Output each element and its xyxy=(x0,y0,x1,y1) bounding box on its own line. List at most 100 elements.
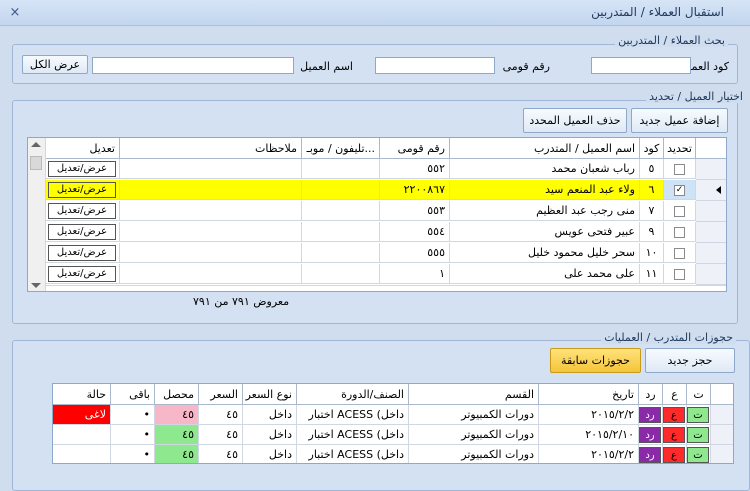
cell-code: ٦ xyxy=(640,180,664,200)
cell-edit: عرض/تعديل xyxy=(46,201,120,221)
table-row[interactable]: ✓ ٦ ولاء عبد المنعم سيد ٢٢٠٠٨٦٧ عرض/تعدي… xyxy=(46,180,726,201)
row-header[interactable] xyxy=(711,445,733,463)
select-group-label: اختيار العميل / تحديد xyxy=(646,90,746,103)
col-header-date[interactable]: تاريخ xyxy=(539,384,639,405)
code-input[interactable] xyxy=(591,57,691,74)
edit-button[interactable]: عرض/تعديل xyxy=(48,245,116,261)
col-header-name[interactable]: اسم العميل / المتدرب xyxy=(450,138,640,159)
row-header[interactable] xyxy=(696,264,726,285)
row-checkbox[interactable] xyxy=(674,268,685,280)
a-button[interactable]: ع xyxy=(663,427,685,443)
cell-code: ٧ xyxy=(640,201,664,221)
booking-row[interactable]: ت ع رد ٢٠١٥/٢/٢ دورات الكمبيوتر اختبار A… xyxy=(53,445,733,463)
cell-date: ٢٠١٥/٢/١٠ xyxy=(539,425,639,445)
table-row[interactable]: ١٠ سحر خليل محمود خليل ٥٥٥ عرض/تعديل xyxy=(46,243,726,264)
previous-bookings-button[interactable]: حجوزات سابقة xyxy=(550,348,641,373)
new-booking-button[interactable]: حجز جديد xyxy=(645,348,735,373)
scroll-down-icon[interactable] xyxy=(31,283,41,288)
row-header[interactable] xyxy=(696,201,726,222)
table-row[interactable]: ٩ عبير فتحى عويس ٥٥٤ عرض/تعديل xyxy=(46,222,726,243)
t-button[interactable]: ت xyxy=(687,447,709,463)
close-icon[interactable]: × xyxy=(6,4,24,21)
col-header-r[interactable]: رد xyxy=(639,384,663,405)
col-header-price-type[interactable]: نوع السعر xyxy=(243,384,297,405)
cell-course: اختبار ACESS (داخل xyxy=(297,445,409,463)
row-header[interactable] xyxy=(711,425,733,445)
t-button[interactable]: ت xyxy=(687,427,709,443)
booking-row[interactable]: ت ع رد ٢٠١٥/٢/١٠ دورات الكمبيوتر اختبار … xyxy=(53,425,733,445)
table-row[interactable]: ٥ رباب شعبان محمد ٥٥٢ عرض/تعديل xyxy=(46,159,726,180)
row-header[interactable] xyxy=(696,222,726,243)
cell-dept: دورات الكمبيوتر xyxy=(409,425,539,445)
row-checkbox[interactable] xyxy=(674,247,685,259)
col-header-t[interactable]: ت xyxy=(687,384,711,405)
row-checkbox[interactable]: ✓ xyxy=(674,184,685,196)
scroll-thumb[interactable] xyxy=(30,156,42,170)
row-checkbox-cell[interactable] xyxy=(664,222,696,242)
cell-name: رباب شعبان محمد xyxy=(450,159,640,179)
col-header-edit[interactable]: تعديل xyxy=(46,138,120,159)
col-header-dept[interactable]: القسم xyxy=(409,384,539,405)
search-group-label: بحث العملاء / المتدربين xyxy=(615,34,728,47)
row-header[interactable] xyxy=(696,180,726,201)
edit-button[interactable]: عرض/تعديل xyxy=(48,182,116,198)
cell-dept: دورات الكمبيوتر xyxy=(409,445,539,463)
col-header-select[interactable]: تحديد xyxy=(664,138,696,159)
col-header-national-id[interactable]: رقم قومى xyxy=(380,138,450,159)
cell-edit: عرض/تعديل xyxy=(46,180,120,200)
row-header[interactable] xyxy=(696,159,726,180)
col-header-phone[interactable]: تليفون / موبـ... xyxy=(302,138,380,159)
vertical-scrollbar[interactable] xyxy=(28,138,46,291)
row-checkbox-cell[interactable] xyxy=(664,264,696,284)
cell-course: اختبار ACESS (داخل xyxy=(297,425,409,445)
edit-button[interactable]: عرض/تعديل xyxy=(48,203,116,219)
t-button[interactable]: ت xyxy=(687,407,709,423)
r-button[interactable]: رد xyxy=(639,407,661,423)
r-button[interactable]: رد xyxy=(639,427,661,443)
row-checkbox-cell[interactable] xyxy=(664,201,696,221)
col-header-a[interactable]: ع xyxy=(663,384,687,405)
table-row[interactable]: ١١ على محمد على ١ عرض/تعديل xyxy=(46,264,726,285)
national-id-input[interactable] xyxy=(375,57,495,74)
cell-date: ٢٠١٥/٢/٢ xyxy=(539,445,639,463)
cell-notes xyxy=(120,243,302,263)
row-checkbox-cell[interactable] xyxy=(664,159,696,179)
col-header-paid[interactable]: محصل xyxy=(155,384,199,405)
row-checkbox-cell[interactable] xyxy=(664,243,696,263)
window-title: استقبال العملاء / المتدربين xyxy=(591,5,724,19)
r-button[interactable]: رد xyxy=(639,447,661,463)
cell-name: ولاء عبد المنعم سيد xyxy=(450,180,640,200)
scroll-up-icon[interactable] xyxy=(31,142,41,147)
row-checkbox-cell[interactable]: ✓ xyxy=(664,180,696,200)
col-header-notes[interactable]: ملاحظات xyxy=(120,138,302,159)
row-checkbox[interactable] xyxy=(674,205,685,217)
cell-notes xyxy=(120,180,302,200)
col-header-status[interactable]: حالة xyxy=(53,384,111,405)
grid-corner xyxy=(711,384,733,405)
col-header-remaining[interactable]: باقى xyxy=(111,384,155,405)
edit-button[interactable]: عرض/تعديل xyxy=(48,266,116,282)
delete-client-button[interactable]: حذف العميل المحدد xyxy=(523,108,627,133)
booking-row[interactable]: ت ع رد ٢٠١٥/٢/٢ دورات الكمبيوتر اختبار A… xyxy=(53,405,733,425)
a-button[interactable]: ع xyxy=(663,447,685,463)
col-header-code[interactable]: كود xyxy=(640,138,664,159)
edit-button[interactable]: عرض/تعديل xyxy=(48,224,116,240)
add-client-button[interactable]: إضافة عميل جديد xyxy=(631,108,728,133)
edit-button[interactable]: عرض/تعديل xyxy=(48,161,116,177)
table-row[interactable]: ٧ منى رجب عبد العظيم ٥٥٣ عرض/تعديل xyxy=(46,201,726,222)
row-header[interactable] xyxy=(696,243,726,264)
col-header-price[interactable]: السعر xyxy=(199,384,243,405)
cell-notes xyxy=(120,264,302,284)
table-row-partial xyxy=(46,285,726,291)
cell-r: رد xyxy=(639,425,663,445)
cell-price: ٤٥ xyxy=(199,425,243,445)
cell-remaining: • xyxy=(111,445,155,463)
col-header-course[interactable]: الصنف/الدورة xyxy=(297,384,409,405)
cell-national-id: ٥٥٢ xyxy=(380,159,450,179)
row-checkbox[interactable] xyxy=(674,163,685,175)
show-all-button[interactable]: عرض الكل xyxy=(22,55,88,74)
a-button[interactable]: ع xyxy=(663,407,685,423)
name-input[interactable] xyxy=(92,57,294,74)
row-header[interactable] xyxy=(701,405,733,425)
row-checkbox[interactable] xyxy=(674,226,685,238)
